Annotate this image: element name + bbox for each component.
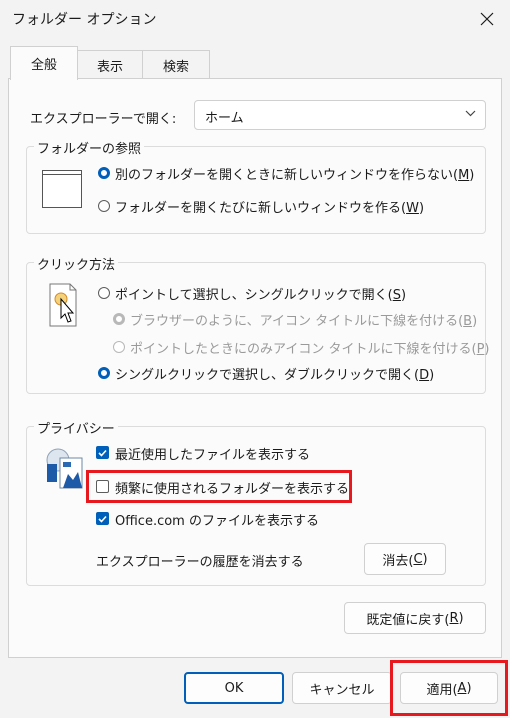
restore-defaults-button[interactable]: 既定値に戻す(R) bbox=[344, 602, 486, 634]
same-window-label[interactable]: 別のフォルダーを開くときに新しいウィンドウを作らない(M) bbox=[115, 164, 474, 183]
recent-files-checkbox[interactable] bbox=[96, 446, 109, 459]
window-title: フォルダー オプション bbox=[12, 12, 157, 28]
underline-browser-radio bbox=[113, 313, 125, 325]
underline-browser-label: ブラウザーのように、アイコン タイトルに下線を付ける(B) bbox=[130, 314, 478, 329]
clear-history-label: エクスプローラーの履歴を消去する bbox=[96, 555, 304, 570]
privacy-title: プライバシー bbox=[34, 418, 118, 437]
single-click-label[interactable]: ポイントして選択し、シングルクリックで開く(S) bbox=[115, 284, 406, 303]
new-window-radio[interactable] bbox=[98, 200, 110, 212]
tab-general[interactable]: 全般 bbox=[10, 46, 78, 80]
checkmark-icon bbox=[98, 515, 107, 523]
browse-folders-group bbox=[26, 146, 486, 234]
privacy-shield-icon bbox=[44, 444, 84, 494]
tab-view[interactable]: 表示 bbox=[76, 50, 144, 79]
close-icon bbox=[480, 12, 494, 26]
window-preview-icon bbox=[42, 170, 82, 212]
office-files-label[interactable]: Office.com のファイルを表示する bbox=[115, 510, 319, 529]
frequent-folders-checkbox[interactable] bbox=[96, 480, 109, 493]
double-click-radio[interactable] bbox=[98, 367, 110, 379]
open-explorer-label: エクスプローラーで開く: bbox=[30, 112, 177, 127]
ok-button[interactable]: OK bbox=[184, 672, 284, 704]
checkmark-icon bbox=[98, 449, 107, 457]
recent-files-label[interactable]: 最近使用したファイルを表示する bbox=[115, 444, 310, 463]
click-method-title: クリック方法 bbox=[34, 254, 119, 273]
close-button[interactable] bbox=[466, 2, 508, 36]
open-explorer-dropdown[interactable]: ホーム bbox=[194, 100, 486, 130]
underline-point-radio bbox=[113, 341, 125, 353]
double-click-label[interactable]: シングルクリックで選択し、ダブルクリックで開く(D) bbox=[115, 364, 434, 383]
tab-search[interactable]: 検索 bbox=[142, 50, 210, 79]
apply-button[interactable]: 適用(A) bbox=[400, 672, 498, 704]
same-window-radio[interactable] bbox=[98, 167, 110, 179]
underline-point-label: ポイントしたときにのみアイコン タイトルに下線を付ける(P) bbox=[130, 342, 490, 357]
new-window-label[interactable]: フォルダーを開くたびに新しいウィンドウを作る(W) bbox=[115, 197, 424, 216]
office-files-checkbox[interactable] bbox=[96, 512, 109, 525]
open-explorer-value: ホーム bbox=[205, 111, 244, 126]
chevron-down-icon bbox=[465, 110, 476, 117]
browse-folders-title: フォルダーの参照 bbox=[34, 138, 145, 157]
frequent-folders-label[interactable]: 頻繁に使用されるフォルダーを表示する bbox=[115, 478, 349, 497]
cancel-button[interactable]: キャンセル bbox=[292, 672, 392, 704]
single-click-radio[interactable] bbox=[98, 287, 110, 299]
clear-history-button[interactable]: 消去(C) bbox=[364, 543, 446, 575]
pointer-click-icon bbox=[48, 282, 80, 332]
title-bar: フォルダー オプション bbox=[0, 0, 510, 38]
